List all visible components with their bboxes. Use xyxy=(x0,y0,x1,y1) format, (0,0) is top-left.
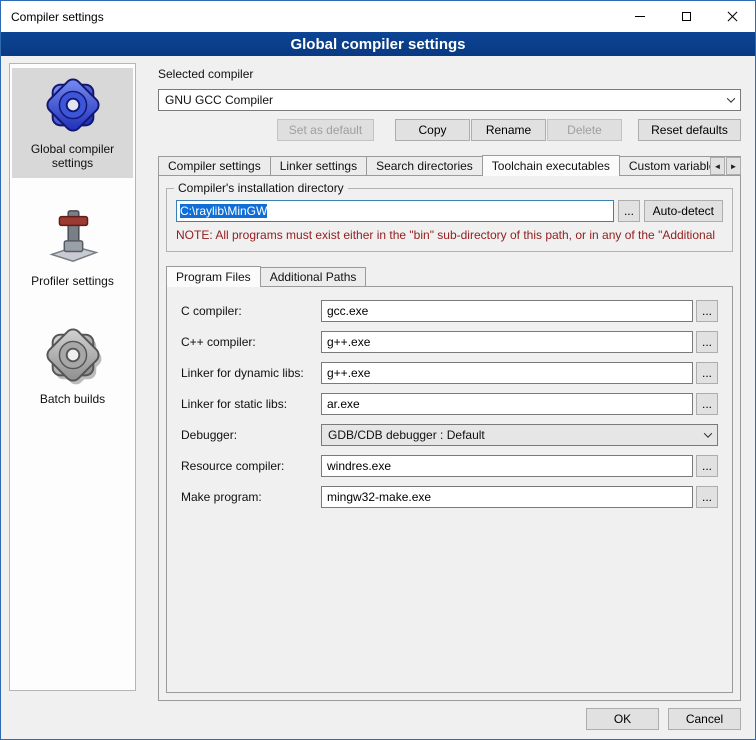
sidebar-item-profiler-settings[interactable]: Profiler settings xyxy=(12,200,133,296)
copy-button[interactable]: Copy xyxy=(395,119,470,141)
maximize-button[interactable] xyxy=(663,1,709,32)
close-icon xyxy=(727,11,738,22)
sidebar-item-label: Global compiler settings xyxy=(14,142,131,170)
debugger-select[interactable]: GDB/CDB debugger : Default xyxy=(321,424,718,446)
install-dir-value: C:\raylib\MinGW xyxy=(180,204,267,218)
debugger-label: Debugger: xyxy=(181,428,321,442)
minimize-button[interactable] xyxy=(617,1,663,32)
make-program-input[interactable] xyxy=(321,486,693,508)
tab-compiler-settings[interactable]: Compiler settings xyxy=(158,156,271,176)
tab-search-directories[interactable]: Search directories xyxy=(366,156,483,176)
cpp-compiler-browse-button[interactable]: ... xyxy=(696,331,718,353)
c-compiler-input[interactable] xyxy=(321,300,693,322)
form-row-debugger: Debugger: GDB/CDB debugger : Default xyxy=(181,424,718,446)
auto-detect-button[interactable]: Auto-detect xyxy=(644,200,723,222)
static-linker-input[interactable] xyxy=(321,393,693,415)
resource-compiler-label: Resource compiler: xyxy=(181,459,321,473)
titlebar: Compiler settings xyxy=(1,1,755,32)
form-row-make-program: Make program: ... xyxy=(181,486,718,508)
static-linker-label: Linker for static libs: xyxy=(181,397,321,411)
sidebar-item-label: Batch builds xyxy=(14,392,131,406)
ok-button[interactable]: OK xyxy=(586,708,659,730)
tab-scroll-left-button[interactable]: ◄ xyxy=(710,157,725,175)
set-as-default-button: Set as default xyxy=(277,119,374,141)
minimize-icon xyxy=(635,16,645,17)
form-row-cpp-compiler: C++ compiler: ... xyxy=(181,331,718,353)
reset-defaults-button[interactable]: Reset defaults xyxy=(638,119,741,141)
settings-category-sidebar: Global compiler settings Profiler settin… xyxy=(9,63,136,691)
install-dir-note: NOTE: All programs must exist either in … xyxy=(176,228,723,242)
dialog-footer: OK Cancel xyxy=(586,708,741,730)
c-compiler-browse-button[interactable]: ... xyxy=(696,300,718,322)
toolchain-executables-page: Compiler's installation directory C:\ray… xyxy=(158,175,741,701)
arrow-right-icon: ► xyxy=(730,162,738,171)
compiler-select[interactable]: GNU GCC Compiler xyxy=(158,89,741,111)
resource-compiler-browse-button[interactable]: ... xyxy=(696,455,718,477)
tab-scroll-right-button[interactable]: ► xyxy=(726,157,741,175)
compiler-settings-window: Compiler settings Global compiler settin… xyxy=(0,0,756,740)
window-controls xyxy=(617,1,755,32)
install-dir-browse-button[interactable]: ... xyxy=(618,200,639,222)
close-button[interactable] xyxy=(709,1,755,32)
page-title: Global compiler settings xyxy=(1,32,755,56)
cpp-compiler-input[interactable] xyxy=(321,331,693,353)
cancel-button[interactable]: Cancel xyxy=(668,708,741,730)
tab-scroll-buttons: ◄ ► xyxy=(710,157,741,175)
installation-directory-label: Compiler's installation directory xyxy=(174,181,348,195)
tab-additional-paths[interactable]: Additional Paths xyxy=(260,267,367,287)
form-row-resource-compiler: Resource compiler: ... xyxy=(181,455,718,477)
tab-program-files[interactable]: Program Files xyxy=(166,266,261,287)
main-tabstrip: Compiler settings Linker settings Search… xyxy=(158,154,741,176)
profiler-tool-icon xyxy=(14,206,131,268)
cpp-compiler-label: C++ compiler: xyxy=(181,335,321,349)
c-compiler-label: C compiler: xyxy=(181,304,321,318)
sidebar-item-label: Profiler settings xyxy=(14,274,131,288)
window-title: Compiler settings xyxy=(1,10,104,24)
blue-gear-icon xyxy=(14,74,131,136)
rename-button[interactable]: Rename xyxy=(471,119,546,141)
resource-compiler-input[interactable] xyxy=(321,455,693,477)
static-linker-browse-button[interactable]: ... xyxy=(696,393,718,415)
tab-toolchain-executables[interactable]: Toolchain executables xyxy=(482,155,620,176)
sidebar-item-global-compiler-settings[interactable]: Global compiler settings xyxy=(12,68,133,178)
program-files-page: C compiler: ... C++ compiler: ... Linker… xyxy=(166,286,733,693)
tab-linker-settings[interactable]: Linker settings xyxy=(270,156,367,176)
delete-button: Delete xyxy=(547,119,622,141)
compiler-buttons-row: Set as default Copy Rename Delete Reset … xyxy=(158,119,741,141)
arrow-left-icon: ◄ xyxy=(714,162,722,171)
debugger-select-value: GDB/CDB debugger : Default xyxy=(328,428,699,442)
chevron-down-icon xyxy=(722,97,740,103)
gray-gear-icon xyxy=(14,324,131,386)
chevron-down-icon xyxy=(699,432,717,438)
dynamic-linker-label: Linker for dynamic libs: xyxy=(181,366,321,380)
make-program-browse-button[interactable]: ... xyxy=(696,486,718,508)
compiler-select-value: GNU GCC Compiler xyxy=(165,93,722,107)
main-panel: Selected compiler GNU GCC Compiler Set a… xyxy=(146,63,749,701)
install-dir-input[interactable]: C:\raylib\MinGW xyxy=(176,200,614,222)
installation-directory-group: Compiler's installation directory C:\ray… xyxy=(166,188,733,252)
selected-compiler-label: Selected compiler xyxy=(158,67,741,81)
maximize-icon xyxy=(682,12,691,21)
dynamic-linker-browse-button[interactable]: ... xyxy=(696,362,718,384)
program-files-tabstrip: Program Files Additional Paths xyxy=(166,266,733,287)
make-program-label: Make program: xyxy=(181,490,321,504)
form-row-c-compiler: C compiler: ... xyxy=(181,300,718,322)
dynamic-linker-input[interactable] xyxy=(321,362,693,384)
form-row-static-linker: Linker for static libs: ... xyxy=(181,393,718,415)
installation-directory-row: C:\raylib\MinGW ... Auto-detect xyxy=(176,200,723,222)
form-row-dynamic-linker: Linker for dynamic libs: ... xyxy=(181,362,718,384)
sidebar-item-batch-builds[interactable]: Batch builds xyxy=(12,318,133,414)
